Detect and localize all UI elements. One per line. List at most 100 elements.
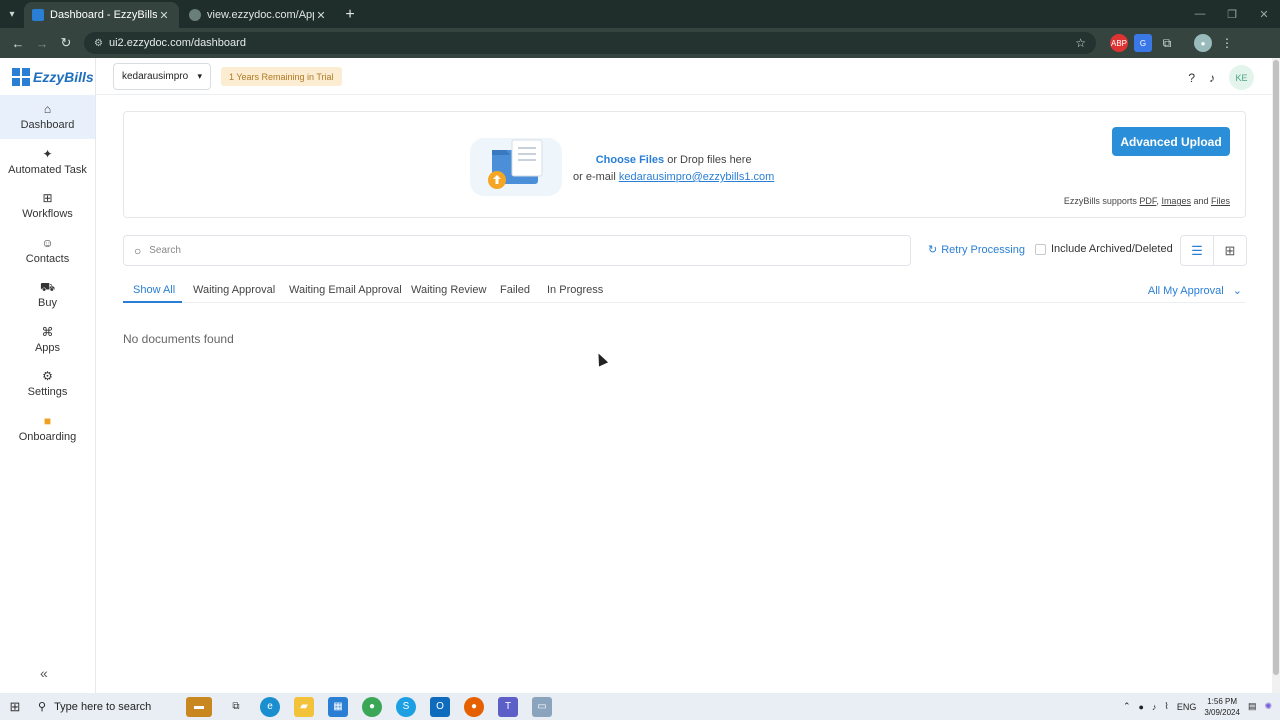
forward-icon[interactable]: → — [30, 31, 54, 55]
back-icon[interactable]: ← — [6, 31, 30, 55]
upload-email-link[interactable]: kedarausimpro@ezzybills1.com — [619, 171, 774, 183]
tab-search-icon[interactable]: ▾ — [0, 0, 24, 28]
scrollbar-thumb[interactable] — [1273, 60, 1279, 675]
teams-icon[interactable]: T — [498, 696, 518, 717]
page-scrollbar[interactable] — [1272, 58, 1280, 693]
close-tab-icon[interactable]: ✕ — [314, 9, 328, 22]
network-icon[interactable]: ⌇ — [1164, 701, 1168, 712]
search-input[interactable] — [149, 245, 900, 256]
language-indicator[interactable]: ENG — [1177, 702, 1197, 712]
contacts-icon: ☺ — [41, 235, 54, 250]
pdf-link[interactable]: PDF — [1139, 196, 1156, 206]
briefcase-app-icon[interactable]: ▬ — [186, 696, 212, 717]
site-info-icon[interactable]: ⚙ — [94, 38, 103, 49]
windows-start-icon[interactable]: ⊞ — [0, 693, 30, 720]
sidebar-item-automated-task[interactable]: ✦ Automated Task — [0, 140, 95, 184]
taskbar-search[interactable]: ⚲ Type here to search — [30, 693, 180, 720]
volume-icon[interactable]: ♪ — [1152, 702, 1157, 712]
edge-browser-icon[interactable]: e — [260, 696, 280, 717]
help-icon[interactable]: ? — [1188, 71, 1195, 85]
file-explorer-icon[interactable]: ▰ — [294, 696, 314, 717]
tab-show-all[interactable]: Show All — [133, 284, 175, 296]
sidebar-item-workflows[interactable]: ⊞ Workflows — [0, 184, 95, 228]
extensions-puzzle-icon[interactable]: ⧉ — [1158, 34, 1176, 52]
microphone-icon[interactable]: ● — [1138, 702, 1143, 712]
drop-files-text: or Drop files here — [664, 154, 752, 166]
browser-menu-icon[interactable]: ⋮ — [1218, 34, 1236, 52]
retry-processing-button[interactable]: ↻ Retry Processing — [928, 243, 1025, 257]
bell-icon[interactable]: ♪ — [1209, 71, 1215, 85]
sparkle-icon: ✦ — [42, 146, 53, 161]
search-box[interactable]: ○ — [123, 235, 911, 266]
taskbar-clock[interactable]: 1:56 PM 3/09/2024 — [1204, 696, 1240, 718]
store-app-icon[interactable]: ▦ — [328, 696, 348, 717]
clock-time: 1:56 PM — [1207, 696, 1238, 706]
chevron-down-icon: ⌄ — [1232, 285, 1242, 297]
close-window-icon[interactable]: ✕ — [1248, 8, 1280, 21]
new-tab-button[interactable]: + — [338, 2, 362, 28]
images-link[interactable]: Images — [1161, 196, 1191, 206]
grid-view-icon[interactable]: ⊞ — [1214, 236, 1246, 265]
reload-icon[interactable]: ↻ — [54, 31, 78, 55]
advanced-upload-button[interactable]: Advanced Upload — [1112, 127, 1230, 156]
tab-waiting-email-approval[interactable]: Waiting Email Approval — [289, 284, 402, 296]
browser-tab-approve[interactable]: view.ezzydoc.com/Approve.asp ✕ — [181, 2, 336, 28]
bookmark-star-icon[interactable]: ☆ — [1075, 36, 1086, 50]
browser-tab-title: view.ezzydoc.com/Approve.asp — [207, 9, 314, 21]
outlook-icon[interactable]: O — [430, 696, 450, 717]
sidebar-item-onboarding[interactable]: ■ Onboarding — [0, 407, 95, 451]
ezzybills-logo[interactable]: EzzyBills — [0, 58, 95, 95]
chevron-up-icon[interactable]: ⌃ — [1123, 701, 1131, 712]
avatar[interactable]: KE — [1229, 65, 1254, 90]
firefox-icon[interactable]: ● — [464, 696, 484, 717]
active-tab-indicator — [123, 301, 182, 303]
upload-dropzone[interactable]: Choose Files or Drop files here or e-mai… — [123, 111, 1246, 218]
sidebar-item-dashboard[interactable]: ⌂ Dashboard — [0, 95, 95, 139]
supports-prefix: EzzyBills supports — [1063, 196, 1140, 206]
retry-label: Retry Processing — [941, 243, 1025, 256]
approval-filter-dropdown[interactable]: All My Approval ⌄ — [1148, 284, 1242, 297]
remote-desktop-icon[interactable]: ▭ — [532, 696, 552, 717]
close-tab-icon[interactable]: ✕ — [157, 9, 171, 22]
top-bar: kedarausimpro ▾ 1 Years Remaining in Tri… — [96, 58, 1272, 95]
sidebar-item-label: Onboarding — [18, 430, 77, 443]
sidebar: EzzyBills ⌂ Dashboard ✦ Automated Task ⊞… — [0, 58, 96, 693]
address-bar[interactable]: ⚙ ui2.ezzydoc.com/dashboard ☆ — [84, 32, 1096, 54]
video-icon: ■ — [43, 413, 52, 428]
skype-icon[interactable]: S — [396, 696, 416, 717]
collapse-sidebar-icon[interactable]: « — [40, 665, 48, 681]
sidebar-item-contacts[interactable]: ☺ Contacts — [0, 229, 95, 273]
browser-tab-dashboard[interactable]: Dashboard - EzzyBills ✕ — [24, 2, 179, 28]
gear-icon: ⚙ — [42, 369, 53, 383]
list-view-icon[interactable]: ☰ — [1181, 236, 1214, 265]
windows-taskbar: ⊞ ⚲ Type here to search ▬ ⧉ e ▰ ▦ ● S O … — [0, 693, 1280, 720]
browser-toolbar: ← → ↻ ⚙ ui2.ezzydoc.com/dashboard ☆ ABP … — [0, 28, 1280, 58]
minimize-icon[interactable]: — — [1184, 8, 1216, 20]
notifications-icon[interactable]: ▤ — [1248, 701, 1257, 712]
tab-waiting-approval[interactable]: Waiting Approval — [193, 284, 275, 296]
choose-files-link[interactable]: Choose Files — [596, 154, 664, 166]
tab-in-progress[interactable]: In Progress — [547, 284, 603, 296]
task-view-icon[interactable]: ⧉ — [226, 697, 246, 717]
files-link[interactable]: Files — [1211, 196, 1230, 206]
tab-failed[interactable]: Failed — [500, 284, 530, 296]
sidebar-item-settings[interactable]: ⚙ Settings — [0, 362, 95, 406]
approval-filter-label: All My Approval — [1147, 285, 1224, 297]
tab-waiting-review[interactable]: Waiting Review — [411, 284, 486, 296]
include-archived-checkbox[interactable]: Include Archived/Deleted — [1035, 243, 1173, 255]
sidebar-item-apps[interactable]: ⌘ Apps — [0, 318, 95, 362]
checkbox[interactable] — [1035, 243, 1046, 255]
translate-extension-icon[interactable]: G — [1134, 34, 1152, 52]
status-tabs: Show All Waiting Approval Waiting Email … — [123, 280, 1246, 303]
adblock-extension-icon[interactable]: ABP — [1110, 34, 1128, 52]
profile-icon[interactable]: ● — [1194, 34, 1212, 52]
chrome-browser-icon[interactable]: ● — [362, 696, 382, 717]
restore-icon[interactable]: ❐ — [1216, 8, 1248, 21]
brand-name: EzzyBills — [33, 68, 94, 85]
supports-and: and — [1190, 196, 1211, 206]
window-controls: — ❐ ✕ — [1184, 0, 1280, 28]
sidebar-item-buy[interactable]: ⛟ Buy — [0, 273, 95, 317]
sidebar-item-label: Apps — [34, 341, 61, 354]
company-selector[interactable]: kedarausimpro ▾ — [113, 63, 211, 90]
copilot-icon[interactable]: ✺ — [1264, 701, 1272, 712]
